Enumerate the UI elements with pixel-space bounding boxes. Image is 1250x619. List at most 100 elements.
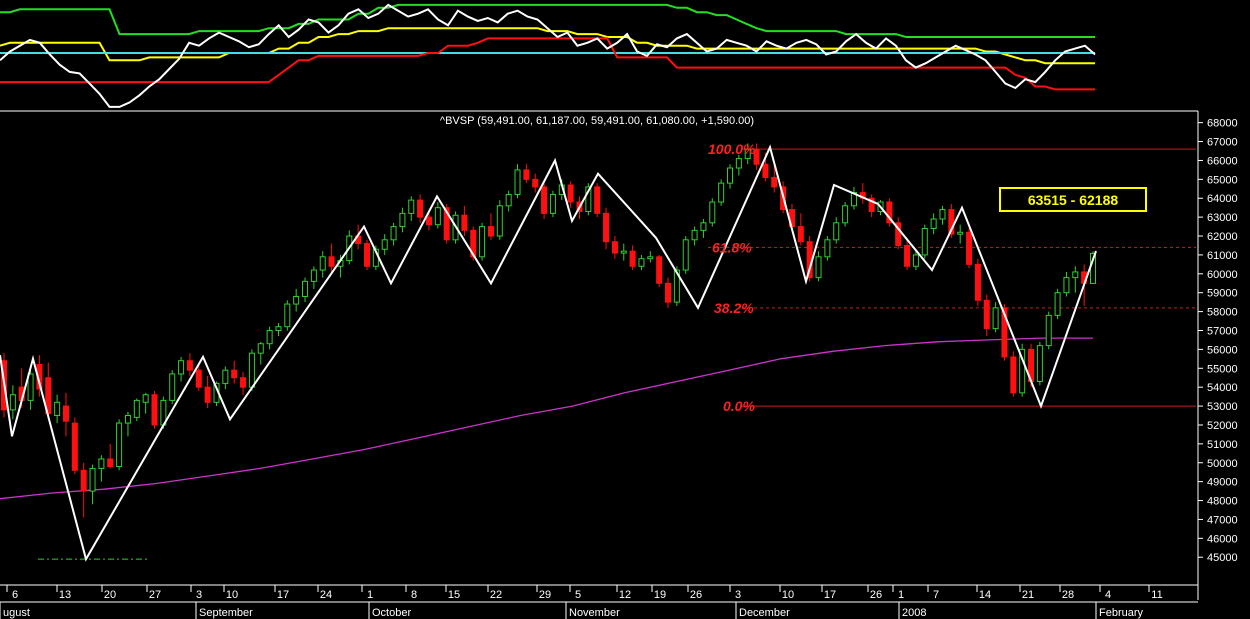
- candle-body: [133, 399, 140, 418]
- x-month-label: September: [199, 607, 253, 619]
- candle-body: [89, 467, 96, 492]
- x-day-label: 3: [735, 589, 741, 601]
- x-day-label: 6: [12, 589, 18, 601]
- candle-body: [248, 352, 255, 388]
- candle-body: [151, 394, 158, 426]
- candle-body: [434, 207, 441, 226]
- candle-body: [727, 167, 733, 184]
- candle-body: [647, 256, 654, 260]
- candle-body: [408, 199, 415, 214]
- candle-body: [479, 226, 486, 258]
- candle-body: [594, 186, 601, 214]
- x-day-label: 11: [1151, 589, 1162, 601]
- y-tick-label: 61000: [1207, 250, 1238, 262]
- candle-body: [9, 394, 16, 411]
- candle: [966, 228, 973, 269]
- x-month-label: October: [372, 607, 411, 619]
- y-tick-label: 55000: [1207, 363, 1238, 375]
- y-tick-label: 59000: [1207, 288, 1238, 300]
- candle: [824, 236, 831, 261]
- candle: [1010, 351, 1017, 397]
- x-day-label: 10: [226, 589, 238, 601]
- candle-body: [505, 193, 512, 207]
- candle: [974, 258, 981, 306]
- x-month-label: ugust: [3, 607, 30, 619]
- candle-body: [204, 386, 211, 403]
- candle-body: [815, 256, 822, 279]
- candle-body: [461, 214, 468, 231]
- x-day-label: 24: [320, 589, 332, 601]
- candle-body: [266, 329, 273, 345]
- x-day-label: 10: [782, 589, 794, 601]
- y-tick-label: 63000: [1207, 212, 1238, 224]
- candle-body: [293, 295, 300, 305]
- candle-body: [417, 199, 424, 218]
- y-tick-label: 57000: [1207, 325, 1238, 337]
- candle-body: [700, 222, 707, 231]
- fib-label-3: 0.0%: [723, 398, 755, 414]
- candle-body: [629, 250, 636, 267]
- candle: [1019, 343, 1026, 397]
- x-month-label: December: [739, 607, 790, 619]
- candle-body: [390, 226, 397, 241]
- candle: [549, 190, 556, 218]
- x-day-label: 21: [1022, 589, 1034, 601]
- y-tick-label: 52000: [1207, 420, 1238, 432]
- candle: [364, 239, 370, 271]
- candle-body: [1063, 277, 1070, 294]
- candle-body: [310, 269, 317, 282]
- candle-body: [966, 231, 973, 265]
- fib-label-2: 38.2%: [714, 300, 754, 316]
- candle-body: [487, 226, 494, 237]
- candle-body: [98, 458, 105, 469]
- candle-body: [284, 303, 291, 328]
- candle-body: [771, 176, 778, 188]
- x-day-label: 26: [690, 589, 702, 601]
- candle-body: [735, 158, 742, 169]
- candle: [682, 236, 689, 274]
- candle: [1054, 288, 1061, 320]
- y-tick-label: 67000: [1207, 137, 1238, 149]
- candle-body: [107, 458, 114, 468]
- y-tick-label: 62000: [1207, 231, 1238, 243]
- x-day-label: 8: [411, 589, 417, 601]
- candle-body: [762, 163, 769, 178]
- candle-body: [833, 222, 840, 241]
- candle-body: [523, 169, 530, 180]
- candle-body: [567, 184, 574, 203]
- y-tick-label: 50000: [1207, 458, 1238, 470]
- x-month-label: 2008: [902, 607, 926, 619]
- candle-body: [1036, 345, 1043, 383]
- candle-body: [718, 182, 725, 203]
- candle-body: [797, 226, 804, 243]
- candle: [656, 254, 663, 288]
- candle-body: [116, 422, 123, 468]
- candle-body: [992, 307, 999, 330]
- candle-body: [169, 373, 176, 401]
- x-day-label: 5: [575, 589, 581, 601]
- x-day-label: 14: [979, 589, 991, 601]
- candle-body: [638, 258, 645, 267]
- candle-body: [549, 193, 556, 214]
- candle-body: [381, 239, 388, 250]
- stock-chart: ^BVSP (59,491.00, 61,187.00, 59,491.00, …: [0, 0, 1250, 619]
- y-tick-label: 64000: [1207, 193, 1238, 205]
- x-day-label: 7: [933, 589, 939, 601]
- x-day-label: 15: [448, 589, 460, 601]
- candle: [886, 198, 893, 227]
- candle-body: [240, 377, 247, 388]
- x-day-label: 27: [149, 589, 161, 601]
- candle-body: [656, 256, 663, 284]
- candle-body: [222, 369, 229, 384]
- candle-body: [709, 201, 716, 224]
- x-day-label: 3: [196, 589, 202, 601]
- candle-body: [319, 256, 326, 271]
- chart-background: [0, 0, 1250, 619]
- x-day-label: 1: [898, 589, 904, 601]
- candle-body: [691, 229, 698, 241]
- candle: [116, 419, 123, 471]
- candle: [1036, 341, 1043, 386]
- x-day-label: 20: [104, 589, 116, 601]
- y-tick-label: 48000: [1207, 496, 1238, 508]
- y-tick-label: 58000: [1207, 307, 1238, 319]
